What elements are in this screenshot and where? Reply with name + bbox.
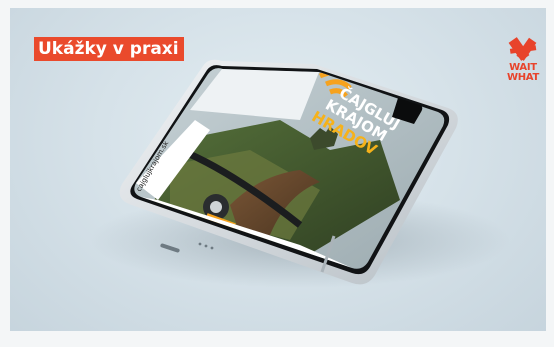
phone-mockup: ČAJGLUJ KRAJOM HRADOV cajglujkrajom.sk	[90, 59, 510, 288]
presentation-slide: Ukážky v praxi WAIT WHAT ČAJGLUJ KRAJOM …	[0, 0, 554, 347]
